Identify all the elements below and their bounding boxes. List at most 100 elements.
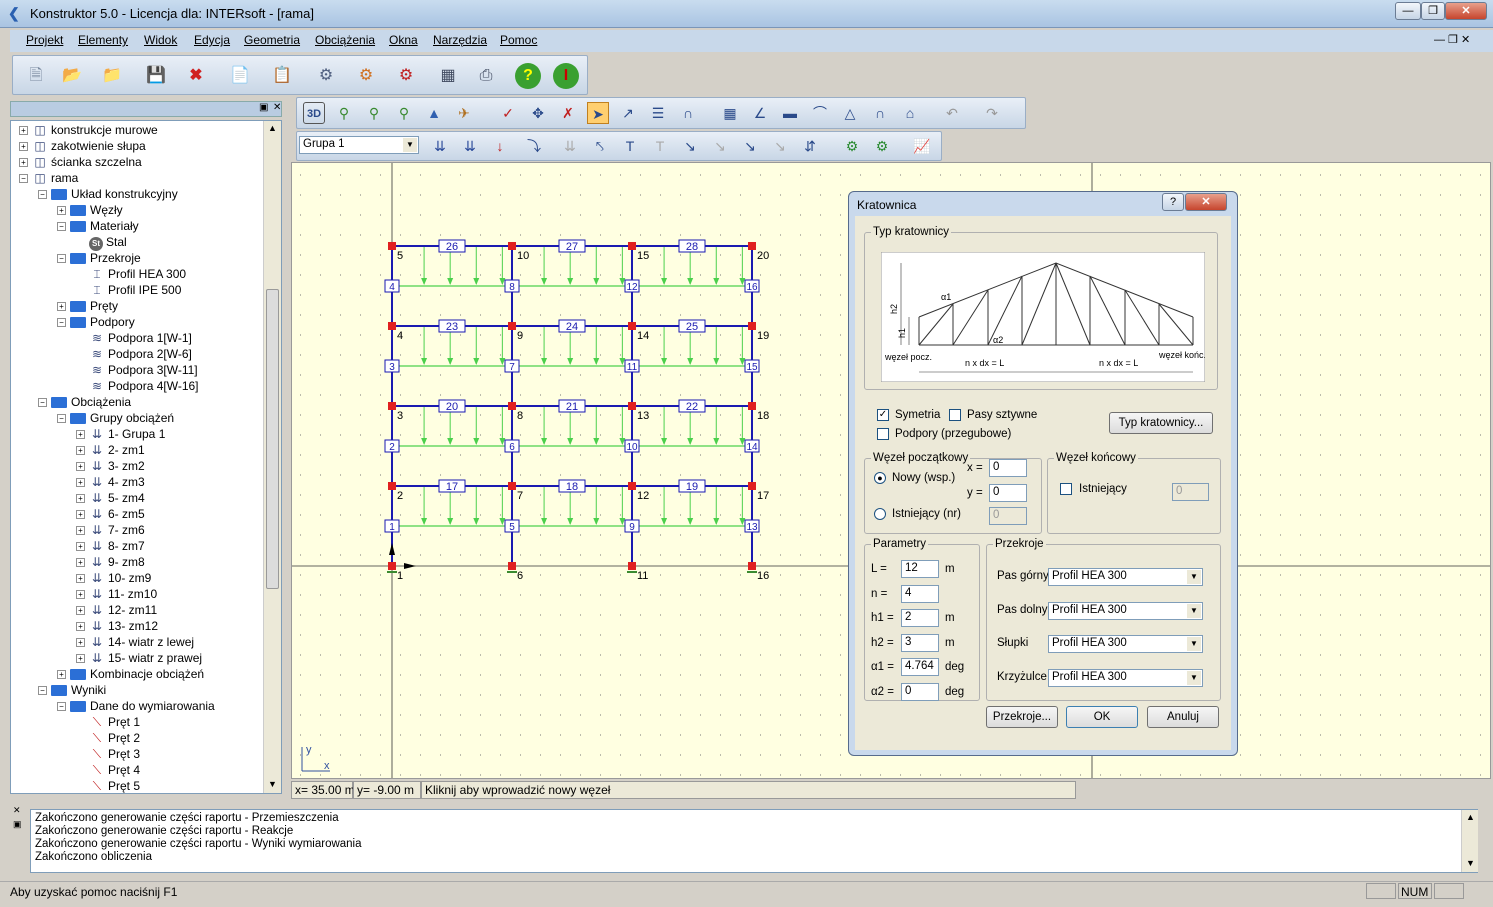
log-scroll-down-icon[interactable]: ▼ (1466, 858, 1475, 868)
moment-load-icon[interactable]: ⤵ (523, 135, 545, 157)
frame-icon[interactable]: ∩ (869, 102, 891, 124)
expand-icon[interactable]: + (76, 462, 85, 472)
copy-icon[interactable]: ☰ (647, 102, 669, 124)
log-scrollbar[interactable]: ▲ ▼ (1461, 810, 1478, 872)
expand-icon[interactable]: + (19, 126, 28, 136)
tree-item[interactable]: + ⇊ 7- zm6 (76, 522, 145, 538)
load-distributed-icon[interactable]: ⇊ (429, 135, 451, 157)
expand-icon[interactable]: + (57, 670, 66, 680)
point-load-icon[interactable]: ↓ (489, 135, 511, 157)
measure-icon[interactable]: ✈ (453, 102, 475, 124)
collapse-icon[interactable]: − (38, 398, 47, 408)
tree-item[interactable]: ⟍ Pręt 4 (76, 762, 140, 778)
expand-icon[interactable]: + (76, 446, 85, 456)
tree-item[interactable]: + ⇊ 15- wiatr z prawej (76, 650, 202, 666)
param-field[interactable]: 0 (901, 682, 939, 701)
expand-icon[interactable]: + (76, 478, 85, 488)
tree-item[interactable]: + ⇊ 2- zm1 (76, 442, 145, 458)
tree-item[interactable]: ⟍ Pręt 2 (76, 730, 140, 746)
calculator-icon[interactable]: ▦ (435, 63, 461, 89)
panel-pin-icon[interactable]: ▣ (259, 102, 268, 113)
menu-edycja[interactable]: Edycja (194, 33, 230, 47)
pasy-sztywne-checkbox[interactable] (949, 409, 961, 421)
save-icon[interactable]: 💾 (143, 63, 169, 89)
section-select[interactable]: Profil HEA 300 ▼ (1048, 668, 1203, 687)
load-trapez-2-icon[interactable]: ↘ (769, 135, 791, 157)
help-icon[interactable]: ? (515, 63, 541, 89)
expand-icon[interactable]: + (76, 638, 85, 648)
y-field[interactable]: 0 (989, 484, 1027, 502)
results-icon[interactable]: 📈 (911, 135, 933, 157)
select-icon[interactable]: ✓ (497, 102, 519, 124)
zoom-out-icon[interactable]: ⚲ (363, 102, 385, 124)
load-temperature-icon[interactable]: T (619, 135, 641, 157)
tree-item[interactable]: + ⇊ 14- wiatr z lewej (76, 634, 194, 650)
existing-node-radio[interactable] (874, 508, 886, 520)
scroll-up-icon[interactable]: ▲ (268, 123, 277, 133)
calc-icon[interactable]: ⚙ (841, 135, 863, 157)
tree-item[interactable]: + ⇊ 12- zm11 (76, 602, 157, 618)
open-folder-icon[interactable]: 📂 (59, 63, 85, 89)
section-select[interactable]: Profil HEA 300 ▼ (1048, 601, 1203, 620)
tree-item[interactable]: ⟍ Pręt 5 (76, 778, 140, 793)
tree-item[interactable]: − Przekroje (57, 250, 141, 266)
tree-item[interactable]: + ⇊ 8- zm7 (76, 538, 145, 554)
tree-item[interactable]: + ⇊ 9- zm8 (76, 554, 145, 570)
expand-icon[interactable]: + (76, 494, 85, 504)
param-field[interactable]: 12 (901, 560, 939, 578)
roof-icon[interactable]: ⌂ (899, 102, 921, 124)
info-icon[interactable]: I (553, 63, 579, 89)
redo-icon[interactable]: ↷ (981, 102, 1003, 124)
new-node-radio[interactable]: ● (874, 472, 886, 484)
mdi-controls-icon[interactable]: — ❐ ✕ (1434, 33, 1470, 46)
add-node-icon[interactable]: ➤ (587, 102, 609, 124)
tree-item[interactable]: + ⇊ 10- zm9 (76, 570, 151, 586)
x-field[interactable]: 0 (989, 459, 1027, 477)
tree-item[interactable]: ⌶ Profil HEA 300 (76, 266, 186, 282)
tree-item[interactable]: + Pręty (57, 298, 118, 314)
param-field[interactable]: 4 (901, 584, 939, 603)
tree-item[interactable]: ⟍ Pręt 3 (76, 746, 140, 762)
collapse-icon[interactable]: − (38, 686, 47, 696)
expand-icon[interactable]: + (76, 558, 85, 568)
menu-projekt[interactable]: Projekt (26, 33, 63, 47)
delete-icon[interactable]: ✖ (183, 63, 209, 89)
tree-item[interactable]: ≋ Podpora 1[W-1] (76, 330, 192, 346)
grid-icon[interactable]: ▦ (719, 102, 741, 124)
param-field[interactable]: 2 (901, 609, 939, 627)
tree-item[interactable]: − Dane do wymiarowania (57, 698, 215, 714)
param-field[interactable]: 3 (901, 633, 939, 652)
ok-button[interactable]: OK (1066, 706, 1138, 728)
dialog-help-icon[interactable]: ? (1162, 193, 1184, 211)
tree-item[interactable]: + ⇊ 4- zm3 (76, 474, 145, 490)
tree-item[interactable]: + ⇊ 13- zm12 (76, 618, 158, 634)
expand-icon[interactable]: + (76, 606, 85, 616)
podpory-checkbox[interactable] (877, 428, 889, 440)
menu-obciazenia[interactable]: Obciążenia (315, 33, 375, 47)
dialog-close-icon[interactable]: ✕ (1185, 193, 1227, 211)
expand-icon[interactable]: + (57, 206, 66, 216)
scroll-down-icon[interactable]: ▼ (268, 779, 277, 789)
tree-item[interactable]: + ⇊ 1- Grupa 1 (76, 426, 165, 442)
close-icon[interactable]: ✕ (1445, 2, 1487, 20)
tree-item[interactable]: + ◫ zakotwienie słupa (19, 138, 146, 154)
param-field[interactable]: 4.764 (901, 658, 939, 676)
expand-icon[interactable]: + (76, 430, 85, 440)
zoom-all-icon[interactable]: ⚲ (393, 102, 415, 124)
collapse-icon[interactable]: − (38, 190, 47, 200)
tree-item[interactable]: − Grupy obciążeń (57, 410, 174, 426)
tree-item[interactable]: + ⇊ 6- zm5 (76, 506, 145, 522)
collapse-icon[interactable]: − (57, 222, 66, 232)
load-temp-2-icon[interactable]: T (649, 135, 671, 157)
tree-item[interactable]: − Obciążenia (38, 394, 131, 410)
collapse-icon[interactable]: − (57, 254, 66, 264)
tree-item[interactable]: + ◫ konstrukcje murowe (19, 122, 158, 138)
export-icon[interactable]: 📄 (227, 63, 253, 89)
tree-item[interactable]: − ◫ rama (19, 170, 78, 186)
view-3d-icon[interactable]: 3D (303, 102, 325, 124)
beam-icon[interactable]: ▬ (779, 102, 801, 124)
tree-item[interactable]: + ⇊ 5- zm4 (76, 490, 145, 506)
folder-icon[interactable]: 📁 (99, 63, 125, 89)
add-bar-icon[interactable]: ↗ (617, 102, 639, 124)
menu-okna[interactable]: Okna (389, 33, 418, 47)
